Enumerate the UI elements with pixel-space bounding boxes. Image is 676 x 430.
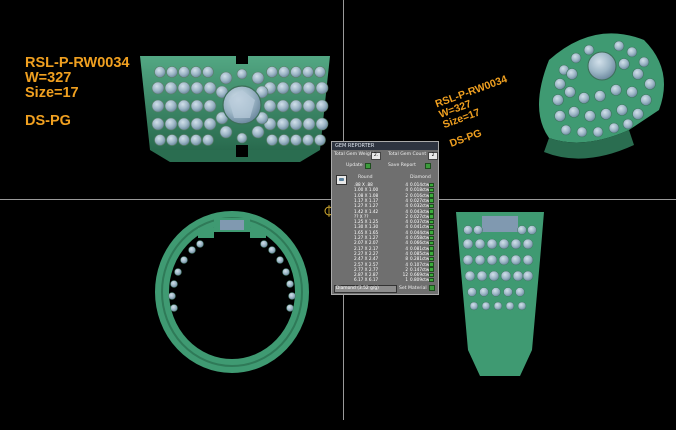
total-gem-weight-value: 2. bbox=[371, 152, 381, 160]
total-gem-weight-label: Total Gem Weight bbox=[334, 152, 375, 157]
ring-top-view bbox=[140, 52, 330, 162]
save-report-label: Save Report bbox=[388, 163, 416, 168]
column-shape: Round bbox=[358, 175, 373, 180]
table-row[interactable]: 6.17 X 6.17 1 0.809ctw bbox=[346, 277, 436, 283]
save-report-button[interactable] bbox=[425, 163, 431, 169]
gem-size: 6.17 X 6.17 bbox=[354, 277, 379, 283]
column-material: Diamond bbox=[410, 175, 431, 180]
gem-table: .88 X .88 4 0.014ctw 1.00 X 1.00 4 0.018ctw 1.… bbox=[346, 182, 436, 430]
gem-count: 1 bbox=[405, 277, 408, 283]
ring-front-view bbox=[155, 211, 309, 373]
row-select-checkbox[interactable] bbox=[429, 277, 434, 283]
update-button[interactable] bbox=[365, 163, 371, 169]
total-gem-count-value: 2 bbox=[428, 152, 438, 160]
panel-title: GEM REPORTER bbox=[332, 142, 438, 150]
viewport-front[interactable] bbox=[0, 200, 343, 420]
viewport-top[interactable]: RSL-P-RW0034 W=327 Size=17 DS-PG bbox=[0, 0, 343, 199]
update-label: Update bbox=[346, 163, 363, 168]
material-select[interactable]: Diamond (3.52 g/g) bbox=[334, 285, 397, 293]
total-gem-count-label: Total Gem Count bbox=[388, 152, 427, 157]
set-material-button[interactable] bbox=[429, 285, 435, 291]
set-material-label: Set Material bbox=[399, 286, 427, 291]
gem-weight: 0.809ctw bbox=[410, 277, 430, 283]
gem-reporter-panel[interactable]: GEM REPORTER Total Gem Weight 2. Total G… bbox=[331, 141, 439, 295]
